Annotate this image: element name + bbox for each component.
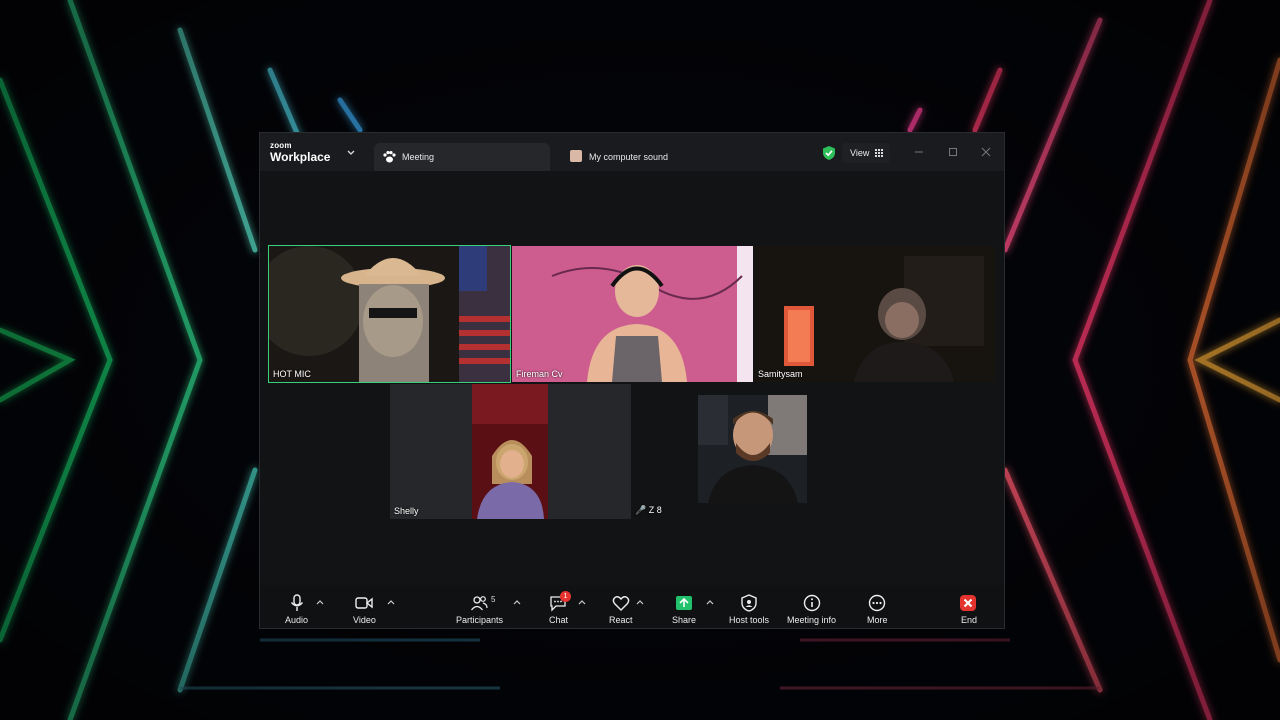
participant-name: Fireman Cv xyxy=(516,369,563,379)
end-call-icon xyxy=(960,595,976,611)
host-tools-button[interactable]: Host tools xyxy=(726,585,772,628)
video-camera-icon xyxy=(355,597,373,609)
mic-muted-icon: 🎤 xyxy=(635,505,647,515)
video-tile-shelly[interactable]: Shelly xyxy=(390,384,631,519)
participant-name: Samitysam xyxy=(758,369,803,379)
react-caret-icon[interactable] xyxy=(636,598,644,606)
minimize-icon[interactable] xyxy=(912,145,926,159)
video-feed xyxy=(512,246,753,382)
tab-meeting[interactable]: Meeting xyxy=(374,143,550,171)
info-icon xyxy=(803,594,821,612)
view-label: View xyxy=(850,148,870,158)
audio-button[interactable]: Audio xyxy=(282,585,312,628)
end-label: End xyxy=(961,615,978,625)
more-icon xyxy=(868,594,886,612)
more-label: More xyxy=(867,615,888,625)
zoom-workplace-logo: zoom Workplace xyxy=(270,141,331,164)
more-button[interactable]: More xyxy=(864,585,890,628)
react-label: React xyxy=(609,615,633,625)
view-button[interactable]: View xyxy=(842,143,890,163)
share-label: Share xyxy=(672,615,697,625)
heart-icon xyxy=(612,596,630,611)
participants-label: Participants xyxy=(456,615,504,625)
chat-unread-badge: 1 xyxy=(560,591,571,602)
participant-name-row: 🎤 Z 8 xyxy=(635,505,662,516)
close-icon[interactable] xyxy=(979,145,993,159)
audio-caret-icon[interactable] xyxy=(316,598,324,606)
video-tile-hot-mic[interactable]: HOT MIC xyxy=(268,245,511,383)
video-feed xyxy=(754,246,995,382)
participants-button[interactable]: 5 Participants xyxy=(450,585,512,628)
meeting-info-button[interactable]: Meeting info xyxy=(786,585,838,628)
participants-icon xyxy=(470,596,488,611)
zoom-window: zoom Workplace Meeting My computer sound… xyxy=(259,132,1005,629)
share-caret-icon[interactable] xyxy=(706,598,714,606)
tab-meeting-label: Meeting xyxy=(402,152,435,162)
participant-name: Shelly xyxy=(394,506,419,516)
host-tools-label: Host tools xyxy=(729,615,770,625)
maximize-icon[interactable] xyxy=(946,145,960,159)
paw-icon xyxy=(383,151,396,163)
participants-caret-icon[interactable] xyxy=(513,598,521,606)
video-tile-fireman-cv[interactable]: Fireman Cv xyxy=(512,246,753,382)
video-tile-samitysam[interactable]: Samitysam xyxy=(754,246,995,382)
react-button[interactable]: React xyxy=(608,585,634,628)
end-button[interactable]: End xyxy=(957,585,979,628)
video-tile-z8[interactable]: 🎤 Z 8 xyxy=(632,384,700,519)
video-button[interactable]: Video xyxy=(350,585,380,628)
video-caret-icon[interactable] xyxy=(387,598,395,606)
brand-small: zoom xyxy=(270,141,292,150)
video-feed xyxy=(698,395,807,503)
participant-name: Z 8 xyxy=(648,505,662,515)
video-feed xyxy=(472,384,548,519)
brand-big: Workplace xyxy=(270,150,331,164)
video-tile-participant[interactable] xyxy=(698,395,807,503)
microphone-icon xyxy=(290,594,304,611)
chat-button[interactable]: 1 Chat xyxy=(546,585,572,628)
meeting-toolbar: Audio Video 5 Participants 1 Chat React … xyxy=(260,585,1004,628)
video-feed xyxy=(269,246,510,382)
share-button[interactable]: Share xyxy=(671,585,697,628)
title-bar: zoom Workplace Meeting My computer sound… xyxy=(260,133,1004,171)
grid-icon xyxy=(875,149,883,157)
sound-icon xyxy=(570,150,582,162)
tab-computer-sound[interactable]: My computer sound xyxy=(570,143,770,171)
audio-label: Audio xyxy=(285,615,309,625)
participant-name: HOT MIC xyxy=(273,369,311,379)
video-label: Video xyxy=(353,615,376,625)
chat-label: Chat xyxy=(549,615,569,625)
tab-computer-sound-label: My computer sound xyxy=(589,152,669,162)
share-screen-icon xyxy=(676,596,692,610)
shield-check-icon[interactable] xyxy=(822,145,836,161)
chevron-down-icon[interactable] xyxy=(346,148,356,158)
chat-caret-icon[interactable] xyxy=(578,598,586,606)
meeting-info-label: Meeting info xyxy=(787,615,837,625)
host-shield-icon xyxy=(741,594,757,612)
participants-count: 5 xyxy=(491,595,496,604)
